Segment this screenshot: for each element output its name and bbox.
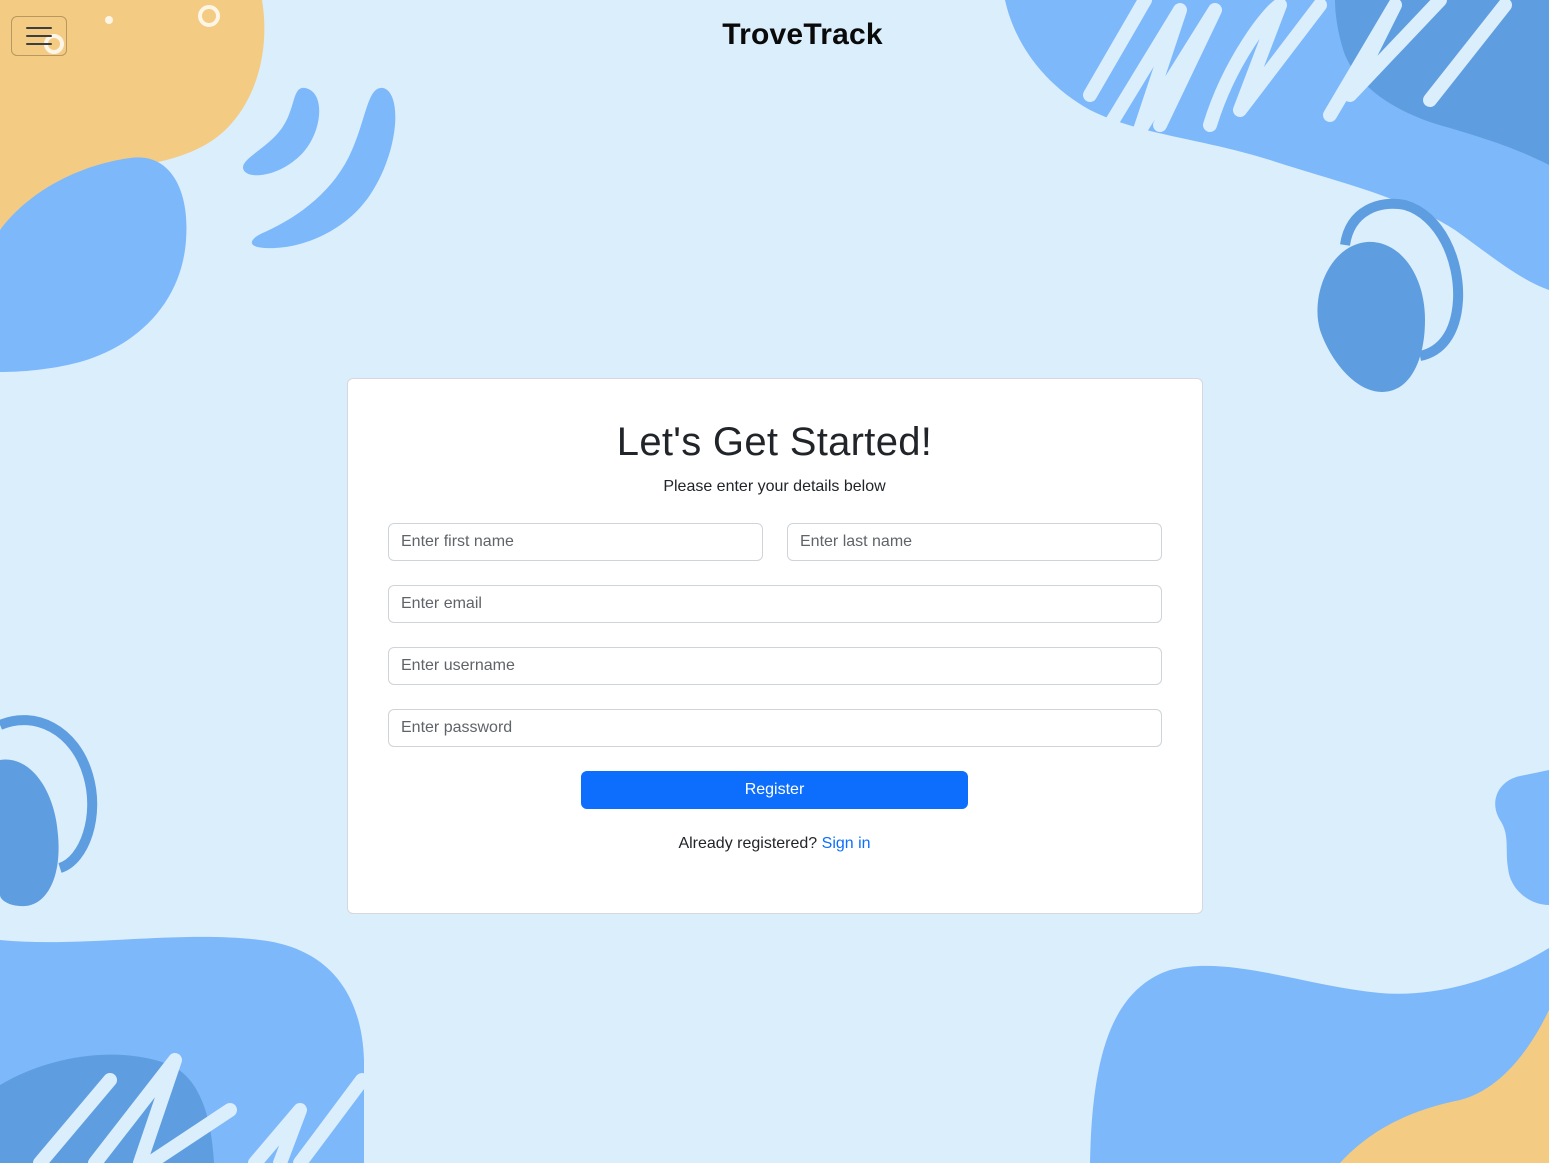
headphone-bottom-left-fill <box>0 759 59 907</box>
headphone-top-right-fill <box>1317 241 1425 392</box>
form-subtitle: Please enter your details below <box>663 478 886 495</box>
first-name-input[interactable] <box>388 523 763 561</box>
password-input[interactable] <box>388 709 1162 747</box>
signin-link[interactable]: Sign in <box>822 835 871 852</box>
register-button[interactable]: Register <box>581 771 968 809</box>
signin-prompt: Already registered? <box>678 835 818 852</box>
username-input[interactable] <box>388 647 1162 685</box>
signin-row: Already registered? Sign in <box>0 835 1549 853</box>
last-name-input[interactable] <box>787 523 1162 561</box>
brand-title[interactable]: TroveTrack <box>0 18 1549 52</box>
form-title: Let's Get Started! <box>616 420 933 464</box>
crescent-small <box>242 87 320 176</box>
email-input[interactable] <box>388 585 1162 623</box>
